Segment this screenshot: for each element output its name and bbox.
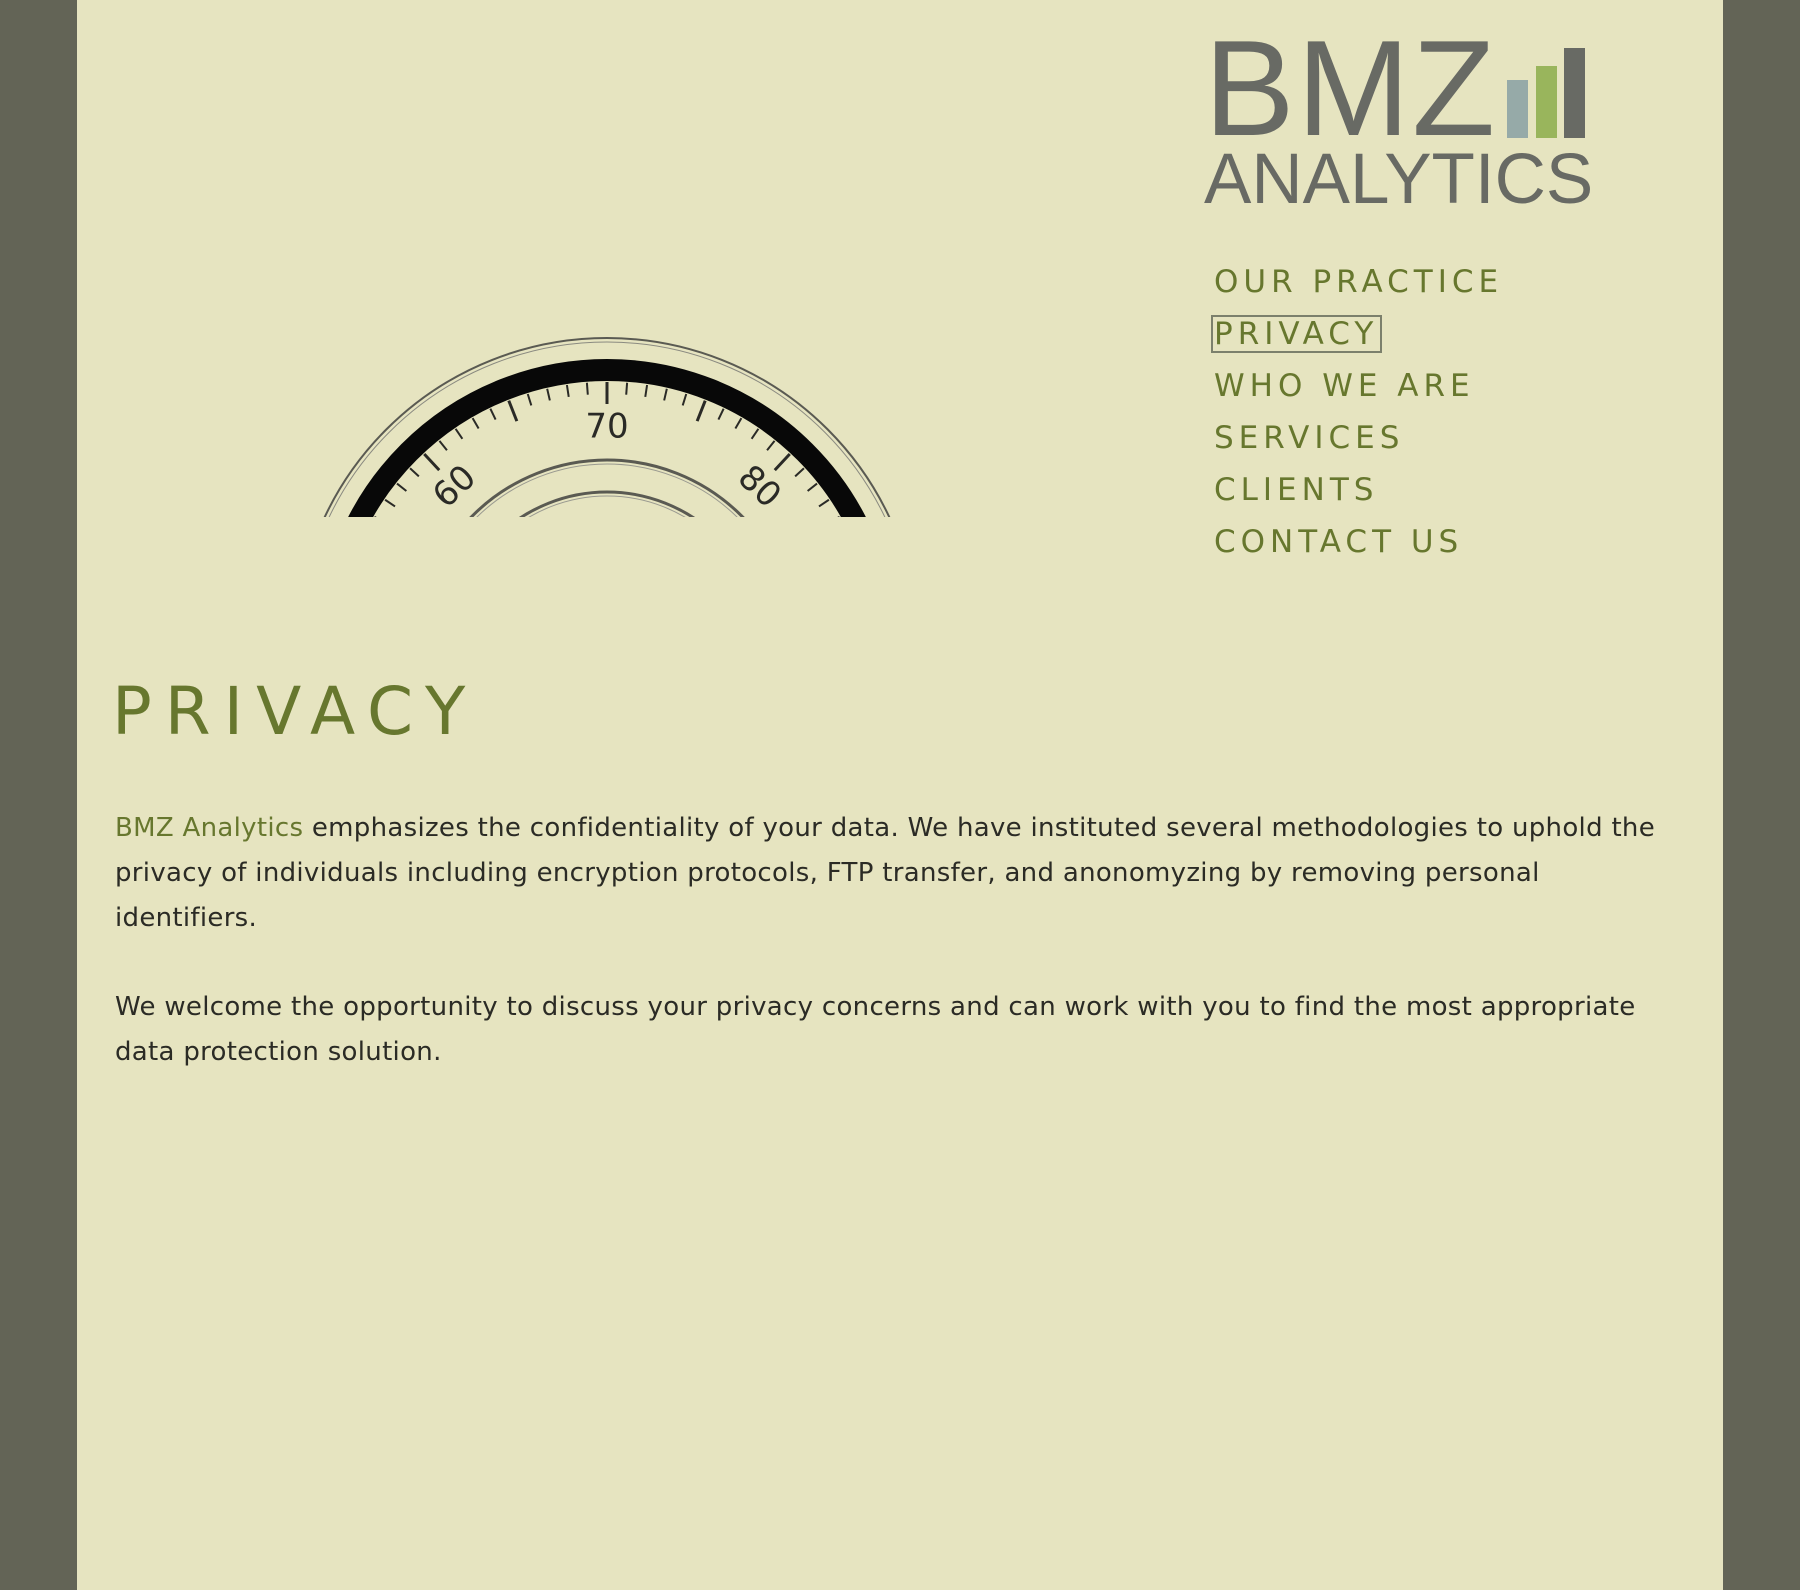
dial-tick	[489, 408, 497, 420]
dial-tick	[644, 384, 649, 398]
nav-item-clients[interactable]: CLIENTS	[1211, 470, 1507, 522]
dial-tick	[438, 440, 448, 451]
dial-tick	[807, 482, 818, 492]
dial-tick	[766, 440, 776, 451]
combination-lock-dial-image: 5060708090	[323, 337, 891, 517]
paragraph-privacy-contact: We welcome the opportunity to discuss yo…	[115, 992, 1636, 1067]
bmz-analytics-logo[interactable]: BMZ ANALYTICS	[1204, 20, 1644, 219]
dial-tick	[794, 467, 805, 478]
nav-item-our-practice[interactable]: OUR PRACTICE	[1211, 262, 1507, 314]
paragraph-privacy-intro: BMZ Analytics emphasizes the confidentia…	[115, 806, 1675, 941]
dial-tick	[734, 417, 743, 430]
dial-tick	[695, 400, 707, 422]
main-nav: OUR PRACTICE PRIVACY WHO WE ARE SERVICES…	[1211, 262, 1507, 574]
dial-tick	[717, 408, 725, 420]
page-container: 5060708090 BMZ ANALYTICS OUR PRACTICE PR…	[77, 0, 1723, 1590]
dial-tick	[384, 498, 396, 508]
dial-tick	[423, 452, 441, 472]
brand-name: BMZ Analytics	[115, 813, 304, 843]
dial-tick	[773, 452, 791, 472]
dial-tick	[681, 393, 688, 406]
dial-number: 70	[585, 407, 628, 447]
nav-item-privacy[interactable]: PRIVACY	[1211, 314, 1507, 366]
main-content: BMZ Analytics emphasizes the confidentia…	[115, 806, 1675, 1119]
dial-tick	[625, 382, 629, 395]
nav-item-services[interactable]: SERVICES	[1211, 418, 1507, 470]
dial-tick	[818, 498, 830, 508]
dial-tick	[565, 384, 570, 398]
dial-tick	[454, 428, 464, 440]
dial-tick	[396, 482, 407, 492]
page-title: PRIVACY	[112, 673, 479, 750]
dial-tick	[471, 417, 480, 430]
dial-tick	[507, 400, 519, 422]
logo-line2: ANALYTICS	[1204, 140, 1594, 219]
paragraph-privacy-intro-text: emphasizes the confidentiality of your d…	[115, 813, 1656, 933]
dial-tick	[585, 382, 589, 395]
dial-tick	[409, 467, 420, 478]
dial-tick	[663, 388, 668, 401]
dial-tick	[526, 393, 533, 406]
dial-tick	[750, 428, 760, 440]
dial-tick	[837, 515, 840, 517]
nav-item-who-we-are[interactable]: WHO WE ARE	[1211, 366, 1507, 418]
dial-tick	[374, 515, 377, 517]
dial-tick	[546, 388, 551, 401]
nav-item-contact-us[interactable]: CONTACT US	[1211, 522, 1507, 574]
